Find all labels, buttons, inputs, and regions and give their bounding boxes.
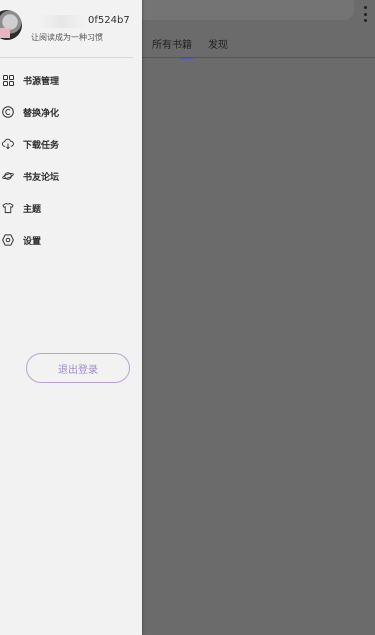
search-bar[interactable] bbox=[140, 0, 354, 20]
menu-item-theme[interactable]: 主题 bbox=[0, 192, 142, 224]
menu-item-book-sources[interactable]: 书源管理 bbox=[0, 64, 142, 96]
menu-item-settings[interactable]: 设置 bbox=[0, 224, 142, 256]
menu-item-replace-purify[interactable]: 替换净化 bbox=[0, 96, 142, 128]
tab-divider bbox=[142, 57, 375, 58]
copyright-icon bbox=[2, 106, 14, 118]
cloud-download-icon bbox=[2, 138, 14, 150]
menu-label: 主题 bbox=[23, 204, 42, 215]
logout-button[interactable]: 退出登录 bbox=[26, 353, 130, 383]
hexagon-settings-icon bbox=[2, 234, 14, 246]
tab-all-books[interactable]: 所有书籍 bbox=[152, 36, 194, 59]
menu-item-downloads[interactable]: 下载任务 bbox=[0, 128, 142, 160]
user-motto: 让阅读成为一种习惯 bbox=[31, 33, 103, 42]
menu-label: 替换净化 bbox=[23, 108, 60, 119]
tab-discover[interactable]: 发现 bbox=[208, 36, 228, 58]
grid-icon bbox=[2, 74, 14, 86]
user-badge bbox=[0, 28, 10, 38]
planet-icon bbox=[2, 170, 14, 182]
more-options-icon[interactable] bbox=[362, 6, 368, 22]
menu-label: 书友论坛 bbox=[23, 172, 60, 183]
tab-bar: 所有书籍 发现 bbox=[142, 36, 228, 59]
drawer-header: 0f524b7 让阅读成为一种习惯 bbox=[0, 0, 142, 57]
drawer-divider bbox=[0, 57, 133, 58]
tshirt-icon bbox=[2, 202, 14, 214]
menu-label: 书源管理 bbox=[23, 76, 60, 87]
menu-label: 下载任务 bbox=[23, 140, 60, 151]
navigation-drawer: 0f524b7 让阅读成为一种习惯 书源管理 替换净化 下载任务 书友论坛 主题… bbox=[0, 0, 142, 635]
user-id-redaction bbox=[38, 15, 86, 28]
menu-label: 设置 bbox=[23, 236, 42, 247]
drawer-menu: 书源管理 替换净化 下载任务 书友论坛 主题 设置 bbox=[0, 64, 142, 256]
user-id: 0f524b7 bbox=[88, 15, 130, 26]
menu-item-forum[interactable]: 书友论坛 bbox=[0, 160, 142, 192]
